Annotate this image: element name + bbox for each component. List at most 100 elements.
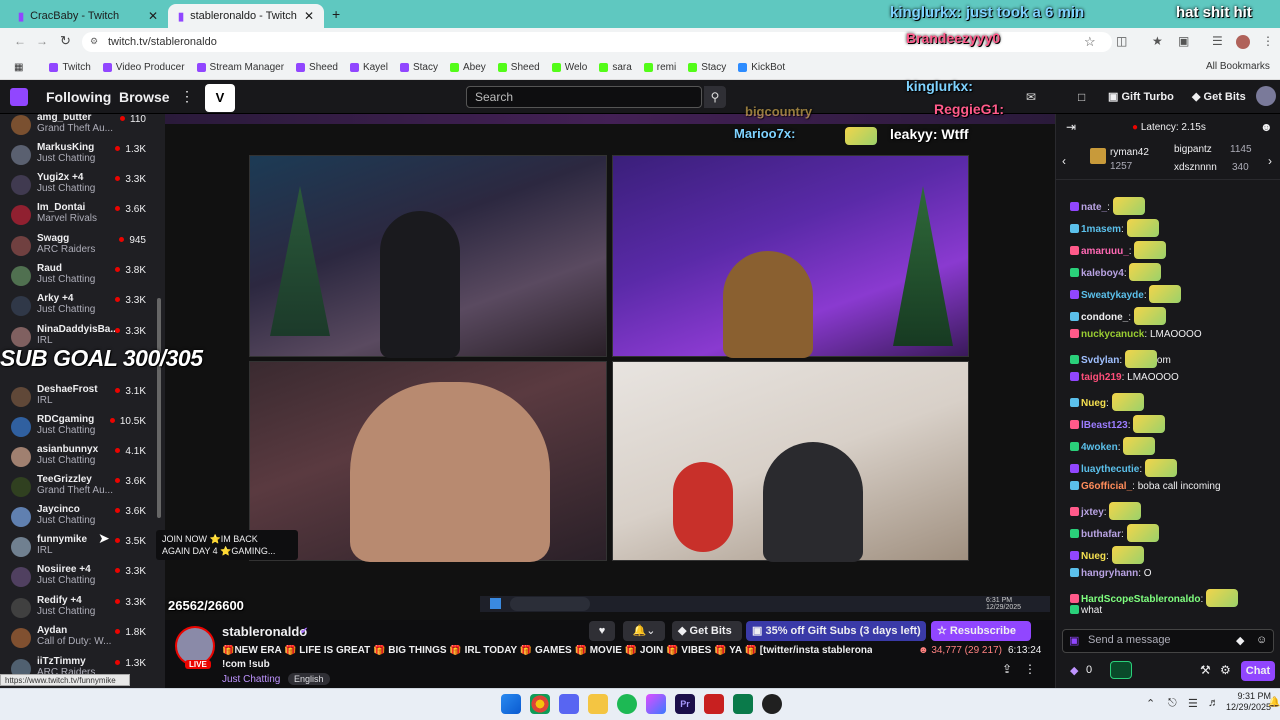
channel-name[interactable]: stableronaldo: [222, 624, 307, 639]
browser-tab[interactable]: ▮ CracBaby - Twitch ✕: [8, 4, 168, 28]
prediction-icon[interactable]: [1110, 661, 1132, 679]
bookmark-item[interactable]: KickBot: [732, 62, 791, 73]
emote-picker-icon[interactable]: ☺: [1256, 634, 1267, 646]
chat-username[interactable]: kaleboy4: [1081, 268, 1124, 279]
bookmark-item[interactable]: Stream Manager: [191, 62, 290, 73]
bookmark-item[interactable]: Twitch: [43, 62, 96, 73]
chat-username[interactable]: 4woken: [1081, 442, 1118, 453]
channel-points-icon[interactable]: ◆: [1070, 664, 1078, 677]
sidebar-scrollbar[interactable]: [157, 298, 161, 518]
sidebar-channel[interactable]: Yugi2x +4 Just Chatting 3.3K: [0, 170, 160, 200]
taskbar-clock[interactable]: 9:31 PM 12/29/2025: [1226, 691, 1271, 713]
back-icon[interactable]: ←: [14, 34, 26, 48]
chrome-icon[interactable]: [530, 694, 550, 714]
chat-username[interactable]: Nueg: [1081, 398, 1106, 409]
sidebar-channel[interactable]: amg_butter Grand Theft Au... 110: [0, 114, 160, 140]
sidebar-channel[interactable]: DeshaeFrost IRL 3.1K: [0, 382, 160, 412]
chat-username[interactable]: lBeast123: [1081, 420, 1128, 431]
follow-heart-icon[interactable]: ♥: [589, 621, 615, 641]
bookmark-star-icon[interactable]: ☆: [1084, 34, 1096, 50]
sidebar-channel[interactable]: asianbunnyx Just Chatting 4.1K: [0, 442, 160, 472]
sidebar-channel[interactable]: TeeGrizzley Grand Theft Au... 3.6K: [0, 472, 160, 502]
sidebar-channel[interactable]: Nosiiree +4 Just Chatting 3.3K: [0, 562, 160, 592]
wifi-icon[interactable]: ☰: [1188, 697, 1198, 710]
sidepanel-icon[interactable]: ▣: [1178, 34, 1189, 48]
spotify-icon[interactable]: [617, 694, 637, 714]
bookmark-item[interactable]: Stacy: [394, 62, 444, 73]
chat-username[interactable]: Nueg: [1081, 551, 1106, 562]
more-options-icon[interactable]: ⋮: [1024, 662, 1036, 676]
chat-users-icon[interactable]: ☻: [1260, 120, 1273, 134]
whispers-icon[interactable]: □: [1078, 90, 1085, 104]
chat-username[interactable]: HardScopeStableronaldo: [1081, 594, 1200, 605]
sidebar-channel[interactable]: Im_Dontai Marvel Rivals 3.6K: [0, 200, 160, 230]
bookmark-item[interactable]: Video Producer: [97, 62, 191, 73]
search-icon[interactable]: ⚲: [704, 86, 726, 108]
close-tab-icon[interactable]: ✕: [304, 9, 314, 23]
bookmark-item[interactable]: Welo: [546, 62, 594, 73]
sidebar-channel[interactable]: MarkusKing Just Chatting 1.3K: [0, 140, 160, 170]
inbox-icon[interactable]: ✉: [1026, 90, 1036, 104]
get-bits-button[interactable]: ◆ Get Bits: [1192, 90, 1246, 103]
bookmark-item[interactable]: Stacy: [682, 62, 732, 73]
premiere-pro-icon[interactable]: Pr: [675, 694, 695, 714]
chat-username[interactable]: nuckycanuck: [1081, 329, 1144, 340]
app-icon[interactable]: [733, 694, 753, 714]
collapse-chat-icon[interactable]: ⇥: [1066, 120, 1076, 134]
bookmarks-icon[interactable]: ★: [1152, 34, 1163, 48]
search-input[interactable]: Search: [466, 86, 702, 108]
leaderboard-prev-icon[interactable]: ‹: [1062, 154, 1066, 168]
app-icon[interactable]: [646, 694, 666, 714]
extensions-icon[interactable]: ◫: [1116, 34, 1127, 48]
reload-icon[interactable]: ↻: [60, 33, 71, 49]
share-icon[interactable]: ⇪: [1002, 662, 1012, 676]
menu-icon[interactable]: ⋮: [1262, 34, 1274, 48]
discord-icon[interactable]: [559, 694, 579, 714]
category-link[interactable]: Just Chatting: [222, 674, 280, 685]
more-icon[interactable]: ⋮: [180, 88, 194, 105]
sidebar-channel[interactable]: Jaycinco Just Chatting 3.6K: [0, 502, 160, 532]
apps-icon[interactable]: ▦: [8, 62, 29, 73]
windows-start-icon[interactable]: [501, 694, 521, 714]
bookmark-item[interactable]: Kayel: [344, 62, 394, 73]
language-tag[interactable]: English: [288, 673, 330, 685]
chat-username[interactable]: hangryhann: [1081, 568, 1138, 579]
bookmark-item[interactable]: remi: [638, 62, 682, 73]
sidebar-channel[interactable]: Swagg ARC Raiders 945: [0, 231, 160, 261]
bookmark-item[interactable]: sara: [593, 62, 637, 73]
close-tab-icon[interactable]: ✕: [148, 9, 158, 23]
chat-username[interactable]: Svdylan: [1081, 355, 1119, 366]
bookmark-item[interactable]: Sheed: [492, 62, 546, 73]
chat-username[interactable]: condone_: [1081, 312, 1128, 323]
chat-settings-icon[interactable]: ⚙: [1220, 663, 1231, 677]
moderation-icon[interactable]: ⚒: [1200, 663, 1211, 677]
app-icon[interactable]: [704, 694, 724, 714]
chat-username[interactable]: jxtey: [1081, 507, 1104, 518]
sidebar-channel[interactable]: Redify +4 Just Chatting 3.3K: [0, 593, 160, 623]
sidebar-channel[interactable]: RDCgaming Just Chatting 10.5K: [0, 412, 160, 442]
leaderboard-next-icon[interactable]: ›: [1268, 154, 1272, 168]
chat-username[interactable]: buthafar: [1081, 529, 1121, 540]
chat-badge-icon[interactable]: ▣: [1069, 634, 1079, 647]
bookmark-item[interactable]: Abey: [444, 62, 492, 73]
forward-icon[interactable]: →: [36, 34, 48, 48]
resubscribe-button[interactable]: ☆ Resubscribe: [931, 621, 1031, 641]
microphone-icon[interactable]: ⎋: [1168, 697, 1177, 710]
new-tab-icon[interactable]: +: [332, 6, 340, 22]
obs-icon[interactable]: [762, 694, 782, 714]
volume-icon[interactable]: ♬: [1208, 697, 1219, 709]
chat-send-button[interactable]: Chat: [1241, 661, 1275, 681]
chat-username[interactable]: taigh219: [1081, 372, 1122, 383]
tray-chevron-icon[interactable]: ⌃: [1146, 697, 1155, 710]
nav-following[interactable]: Following: [46, 89, 111, 105]
sidebar-channel[interactable]: Aydan Call of Duty: W... 1.8K: [0, 623, 160, 653]
gift-turbo-button[interactable]: ▣ Gift Turbo: [1108, 90, 1174, 103]
file-explorer-icon[interactable]: [588, 694, 608, 714]
notification-icon[interactable]: 🔔: [1268, 697, 1280, 708]
browser-tab-active[interactable]: ▮ stableronaldo - Twitch ✕: [168, 4, 324, 28]
all-bookmarks[interactable]: All Bookmarks: [1206, 61, 1270, 72]
profile-avatar[interactable]: [1236, 35, 1250, 49]
chat-username[interactable]: G6official_: [1081, 481, 1132, 492]
bookmark-item[interactable]: Sheed: [290, 62, 344, 73]
twitch-logo-icon[interactable]: [10, 88, 28, 106]
